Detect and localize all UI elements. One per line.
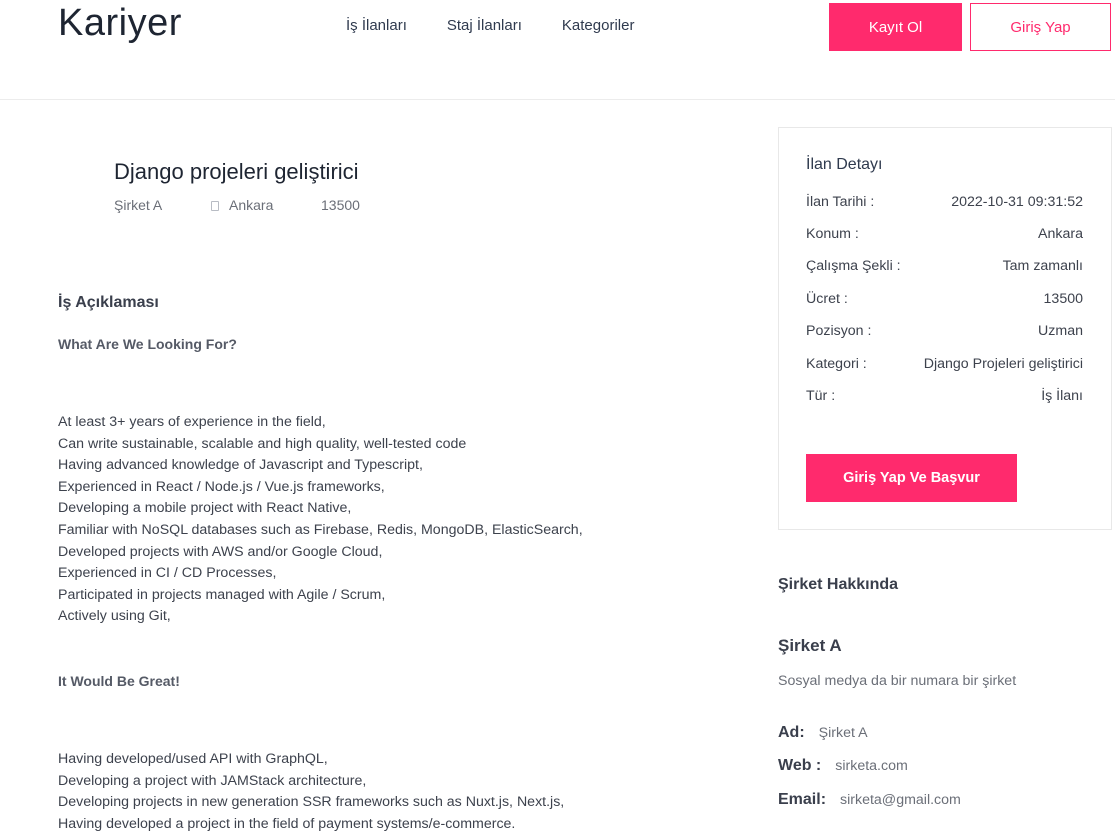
job-location: Ankara — [211, 197, 273, 213]
company-name-row: Ad: Şirket A — [778, 724, 868, 742]
company-name-value: Şirket A — [818, 725, 868, 741]
list-item: Developing a project with JAMStack archi… — [58, 772, 367, 789]
list-item: Having developed a project in the field … — [58, 815, 516, 832]
list-item: Experienced in CI / CD Processes, — [58, 565, 277, 582]
detail-value: Ankara — [1038, 226, 1083, 242]
company-email-label: Email: — [778, 791, 827, 808]
list-item: Having advanced knowledge of Javascript … — [58, 457, 423, 474]
company-web-row: Web : sirketa.com — [778, 757, 908, 775]
list-item: Developed projects with AWS and/or Googl… — [58, 543, 383, 560]
requirements-heading: What Are We Looking For? — [58, 336, 237, 352]
nav-link-jobs[interactable]: İş İlanları — [346, 17, 407, 34]
job-salary: 13500 — [321, 197, 360, 213]
detail-value: Tam zamanlı — [1002, 258, 1083, 274]
company-web-label: Web : — [778, 757, 822, 774]
detail-label: Tür : — [806, 388, 836, 404]
list-item: Developing projects in new generation SS… — [58, 794, 565, 811]
company-description: Sosyal medya da bir numara bir şirket — [778, 673, 1017, 689]
detail-value: 2022-10-31 09:31:52 — [951, 194, 1083, 210]
list-item: Participated in projects managed with Ag… — [58, 586, 386, 603]
detail-value: Django Projeleri geliştirici — [923, 356, 1083, 372]
requirements-list: At least 3+ years of experience in the f… — [58, 412, 583, 628]
detail-label: Kategori : — [806, 356, 867, 372]
detail-value: 13500 — [1043, 291, 1083, 307]
job-title: Django projeleri geliştirici — [114, 159, 359, 184]
register-button[interactable]: Kayıt Ol — [829, 3, 962, 51]
detail-label: İlan Tarihi : — [806, 194, 875, 210]
list-item: Familiar with NoSQL databases such as Fi… — [58, 521, 583, 538]
description-title: İş Açıklaması — [58, 294, 159, 311]
nice-to-have-heading: It Would Be Great! — [58, 673, 180, 689]
detail-label: Ücret : — [806, 291, 848, 307]
nice-to-have-list: Having developed/used API with GraphQL, D… — [58, 749, 564, 835]
job-detail-card: İlan Detayı İlan Tarihi : 2022-10-31 09:3… — [778, 127, 1112, 530]
detail-value: Uzman — [1038, 323, 1083, 339]
company-web-value[interactable]: sirketa.com — [835, 758, 908, 774]
site-logo[interactable]: Kariyer — [58, 2, 182, 45]
job-detail-title: İlan Detayı — [806, 156, 883, 173]
list-item: Having developed/used API with GraphQL, — [58, 751, 328, 767]
company-email-row: Email: sirketa@gmail.com — [778, 791, 961, 809]
job-company[interactable]: Şirket A — [114, 197, 162, 213]
company-email-value[interactable]: sirketa@gmail.com — [840, 792, 961, 808]
login-button[interactable]: Giriş Yap — [970, 3, 1111, 51]
company-section-title: Şirket Hakkında — [778, 576, 899, 593]
site-header: Kariyer İş İlanları Staj İlanları Katego… — [0, 0, 1115, 100]
detail-label: Çalışma Şekli : — [806, 258, 901, 274]
main-nav: İş İlanları Staj İlanları Kategoriler — [346, 17, 634, 34]
nav-link-categories[interactable]: Kategoriler — [562, 17, 635, 34]
list-item: Can write sustainable, scalable and high… — [58, 435, 467, 452]
company-name: Şirket A — [778, 636, 842, 655]
list-item: Experienced in React / Node.js / Vue.js … — [58, 478, 385, 495]
detail-label: Konum : — [806, 226, 859, 242]
detail-value: İş İlanı — [1041, 388, 1083, 404]
detail-label: Pozisyon : — [806, 323, 872, 339]
company-name-label: Ad: — [778, 724, 805, 741]
nav-link-internships[interactable]: Staj İlanları — [447, 17, 522, 34]
location-pin-icon — [211, 201, 219, 212]
list-item: At least 3+ years of experience in the f… — [58, 414, 326, 430]
job-location-text: Ankara — [229, 197, 274, 213]
list-item: Actively using Git, — [58, 608, 171, 625]
login-and-apply-button[interactable]: Giriş Yap Ve Başvur — [806, 454, 1017, 502]
list-item: Developing a mobile project with React N… — [58, 500, 352, 517]
